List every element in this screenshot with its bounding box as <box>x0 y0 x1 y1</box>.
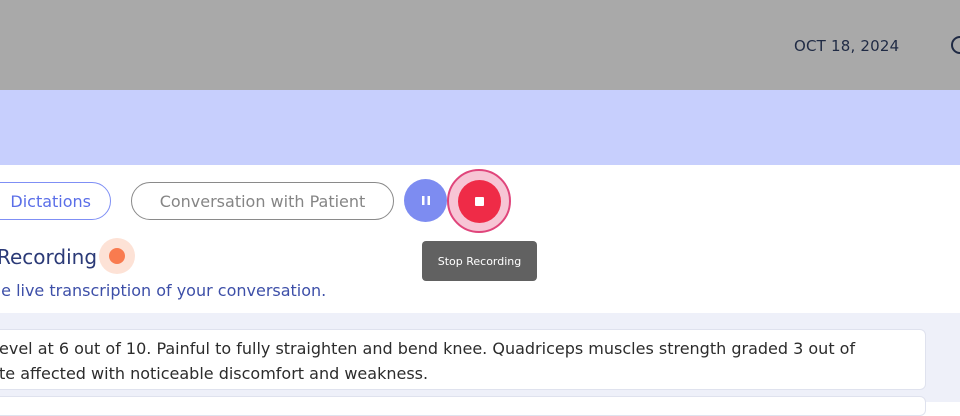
tab-dictations-label: Dictations <box>10 191 91 211</box>
top-bar: OCT 18, 2024 <box>0 0 960 90</box>
recording-title: Recording <box>0 245 98 269</box>
transcript-line-1: evel at 6 out of 10. Painful to fully st… <box>0 339 856 358</box>
stop-icon <box>475 197 484 206</box>
tab-dictations[interactable]: Dictations <box>0 182 111 220</box>
stop-recording-tooltip: Stop Recording <box>422 241 537 281</box>
transcript-line-2: te affected with noticeable discomfort a… <box>0 364 429 383</box>
tooltip-text: Stop Recording <box>437 254 522 268</box>
tab-conversation-with-patient[interactable]: Conversation with Patient <box>131 182 394 220</box>
recording-indicator-dot <box>109 248 125 264</box>
recording-subtitle: he live transcription of your conversati… <box>0 281 327 300</box>
header-band <box>0 90 960 165</box>
date-label: OCT 18, 2024 <box>794 37 900 55</box>
transcript-card-next <box>0 396 926 416</box>
help-circle-icon[interactable] <box>950 35 960 55</box>
tab-conversation-label: Conversation with Patient <box>159 191 366 211</box>
transcript-card: evel at 6 out of 10. Painful to fully st… <box>0 329 926 390</box>
pause-button[interactable] <box>404 179 447 222</box>
pause-icon <box>421 196 430 205</box>
stop-recording-button[interactable] <box>458 180 501 223</box>
